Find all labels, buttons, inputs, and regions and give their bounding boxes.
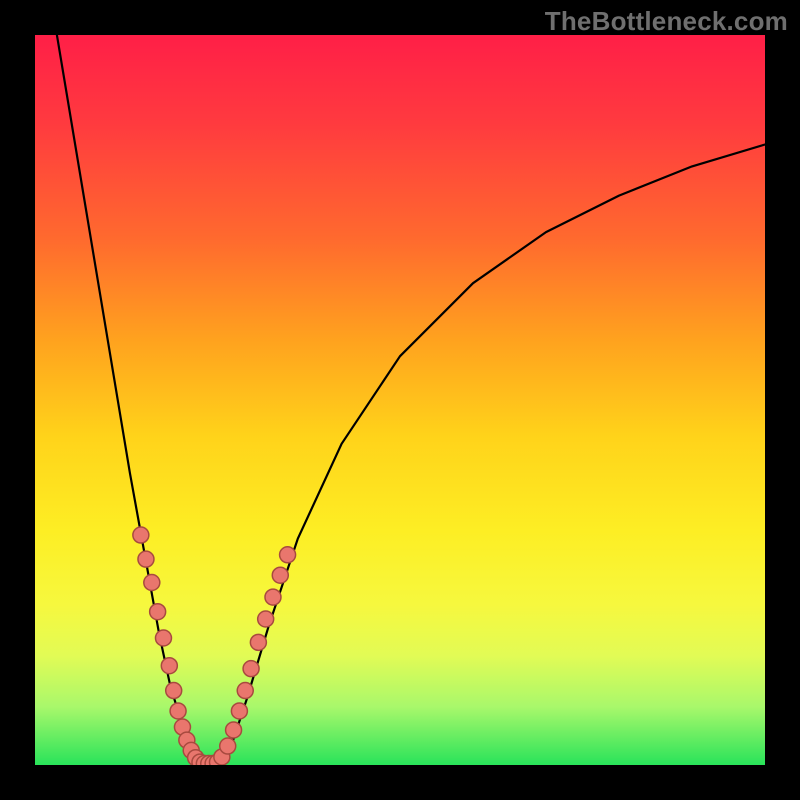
chart-frame: TheBottleneck.com xyxy=(0,0,800,800)
sample-dot xyxy=(250,634,266,650)
sample-dot xyxy=(258,611,274,627)
curve-right-branch xyxy=(221,145,765,763)
curve-left-branch xyxy=(57,35,199,763)
sample-dot xyxy=(170,703,186,719)
sample-dot xyxy=(138,551,154,567)
watermark-text: TheBottleneck.com xyxy=(545,6,788,37)
chart-svg-layer xyxy=(35,35,765,765)
sample-dot xyxy=(280,547,296,563)
sample-dot xyxy=(133,527,149,543)
sample-dot xyxy=(237,683,253,699)
sample-dot xyxy=(155,630,171,646)
sample-dots-group xyxy=(133,527,296,765)
sample-dot xyxy=(231,703,247,719)
sample-dot xyxy=(272,567,288,583)
sample-dot xyxy=(220,738,236,754)
sample-dot xyxy=(226,722,242,738)
sample-dot xyxy=(150,604,166,620)
sample-dot xyxy=(243,661,259,677)
sample-dot xyxy=(161,658,177,674)
curve-group xyxy=(57,35,765,765)
sample-dot xyxy=(144,575,160,591)
sample-dot xyxy=(166,683,182,699)
sample-dot xyxy=(265,589,281,605)
